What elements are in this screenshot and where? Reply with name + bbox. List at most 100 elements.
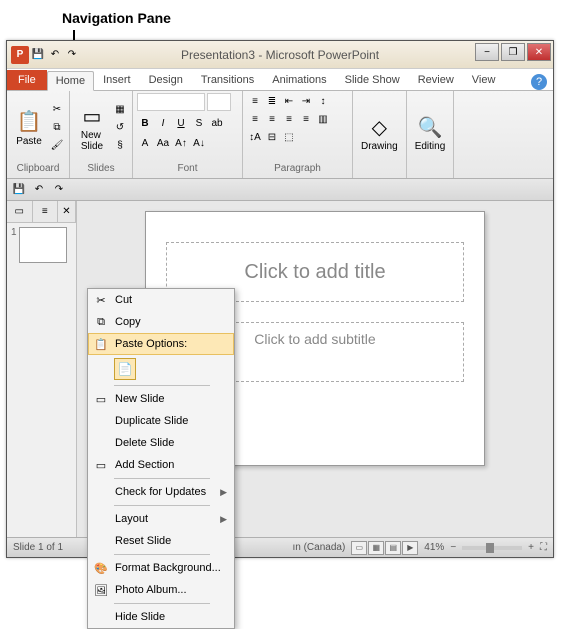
section-icon[interactable]: § [112,137,128,153]
redo-icon[interactable]: ↷ [64,47,80,63]
minimize-button[interactable]: − [475,43,499,61]
paste-button[interactable]: 📋 Paste [11,106,47,149]
slideshow-view-icon[interactable]: ▶ [402,541,418,555]
align-center-icon[interactable]: ≡ [264,111,280,127]
outline-tab[interactable]: ≡ [33,201,59,222]
paste-icon: 📋 [15,108,43,136]
grow-font-icon[interactable]: A↑ [173,135,189,151]
reading-view-icon[interactable]: ▤ [385,541,401,555]
navigation-pane: ▭ ≡ ✕ 1 [7,201,77,537]
numbering-icon[interactable]: ≣ [264,93,280,109]
zoom-minus-icon[interactable]: − [450,542,456,553]
underline-icon[interactable]: U [173,115,189,131]
tab-view[interactable]: View [463,70,505,90]
language[interactable]: ın (Canada) [292,542,345,553]
font-size-input[interactable] [207,93,231,111]
menu-paste-options[interactable]: 📋 Paste Options: [88,333,234,355]
tab-review[interactable]: Review [409,70,463,90]
editing-button[interactable]: 🔍 Editing [411,111,450,154]
slides-tab[interactable]: ▭ [7,201,33,222]
tab-transitions[interactable]: Transitions [192,70,263,90]
highlight-icon[interactable]: Aa [155,135,171,151]
menu-photo-album[interactable]: 🖼 Photo Album... [88,579,234,601]
tab-design[interactable]: Design [140,70,192,90]
slide-thumbnail[interactable] [19,227,67,263]
qat-row2: 💾 ↶ ↷ [7,179,553,201]
smartart-icon[interactable]: ⬚ [281,129,297,145]
powerpoint-window: P 💾 ↶ ↷ Presentation3 - Microsoft PowerP… [6,40,554,558]
menu-separator [114,505,210,506]
paragraph-label: Paragraph [247,161,348,176]
align-left-icon[interactable]: ≡ [247,111,263,127]
group-font: B I U S ab A Aa A↑ A↓ Font [133,91,243,178]
decrease-indent-icon[interactable]: ⇤ [281,93,297,109]
bold-icon[interactable]: B [137,115,153,131]
menu-hide-slide[interactable]: Hide Slide [88,606,234,628]
sorter-view-icon[interactable]: ▦ [368,541,384,555]
menu-format-bg[interactable]: 🎨 Format Background... [88,557,234,579]
paste-keep-formatting-icon[interactable]: 📄 [114,358,136,380]
tab-insert[interactable]: Insert [94,70,140,90]
shrink-font-icon[interactable]: A↓ [191,135,207,151]
normal-view-icon[interactable]: ▭ [351,541,367,555]
thumb-number: 1 [11,227,17,238]
italic-icon[interactable]: I [155,115,171,131]
zoom-plus-icon[interactable]: + [528,542,534,553]
shadow-icon[interactable]: ab [209,115,225,131]
undo-icon[interactable]: ↶ [47,47,63,63]
format-painter-icon[interactable]: 🖌 [49,137,65,153]
menu-layout[interactable]: Layout ▶ [88,508,234,530]
zoom-slider[interactable] [462,546,522,550]
bullets-icon[interactable]: ≡ [247,93,263,109]
save-icon[interactable]: 💾 [30,47,46,63]
nav-tabs: ▭ ≡ ✕ [7,201,76,223]
cut-icon[interactable]: ✂ [49,101,65,117]
chevron-right-icon: ▶ [220,514,227,525]
redo-icon-2[interactable]: ↷ [51,182,67,198]
menu-check-updates-label: Check for Updates [115,486,206,498]
align-text-icon[interactable]: ⊟ [264,129,280,145]
font-name-input[interactable] [137,93,205,111]
menu-cut[interactable]: ✂ Cut [88,289,234,311]
tab-home[interactable]: Home [47,71,94,91]
find-icon: 🔍 [416,113,444,141]
new-slide-label: New Slide [81,130,103,152]
close-pane-icon[interactable]: ✕ [58,201,76,222]
menu-reset[interactable]: Reset Slide [88,530,234,552]
menu-delete[interactable]: Delete Slide [88,432,234,454]
menu-new-slide[interactable]: ▭ New Slide [88,388,234,410]
undo-icon-2[interactable]: ↶ [31,182,47,198]
line-spacing-icon[interactable]: ↕ [315,93,331,109]
menu-copy[interactable]: ⧉ Copy [88,311,234,333]
editing-label [411,172,450,176]
drawing-button[interactable]: ◇ Drawing [357,111,402,154]
font-color-icon[interactable]: A [137,135,153,151]
tab-file[interactable]: File [7,70,47,90]
group-drawing: ◇ Drawing [353,91,407,178]
strike-icon[interactable]: S [191,115,207,131]
group-clipboard: 📋 Paste ✂ ⧉ 🖌 Clipboard [7,91,70,178]
fit-window-icon[interactable]: ⛶ [540,542,547,553]
save-icon-2[interactable]: 💾 [11,182,27,198]
help-icon[interactable]: ? [531,74,547,90]
new-slide-button[interactable]: ▭ New Slide [74,100,110,154]
columns-icon[interactable]: ▥ [315,111,331,127]
copy-icon[interactable]: ⧉ [49,119,65,135]
menu-check-updates[interactable]: Check for Updates ▶ [88,481,234,503]
align-right-icon[interactable]: ≡ [281,111,297,127]
tab-slideshow[interactable]: Slide Show [336,70,409,90]
thumbnail-list[interactable]: 1 [7,223,76,272]
context-menu: ✂ Cut ⧉ Copy 📋 Paste Options: 📄 ▭ New Sl… [87,288,235,629]
drawing-label [357,172,402,176]
close-button[interactable]: ✕ [527,43,551,61]
menu-duplicate[interactable]: Duplicate Slide [88,410,234,432]
text-direction-icon[interactable]: ↕A [247,129,263,145]
menu-add-section[interactable]: ▭ Add Section [88,454,234,476]
increase-indent-icon[interactable]: ⇥ [298,93,314,109]
justify-icon[interactable]: ≡ [298,111,314,127]
tab-animations[interactable]: Animations [263,70,335,90]
maximize-button[interactable]: ❐ [501,43,525,61]
zoom-label[interactable]: 41% [424,542,444,553]
layout-icon[interactable]: ▦ [112,101,128,117]
reset-icon[interactable]: ↺ [112,119,128,135]
